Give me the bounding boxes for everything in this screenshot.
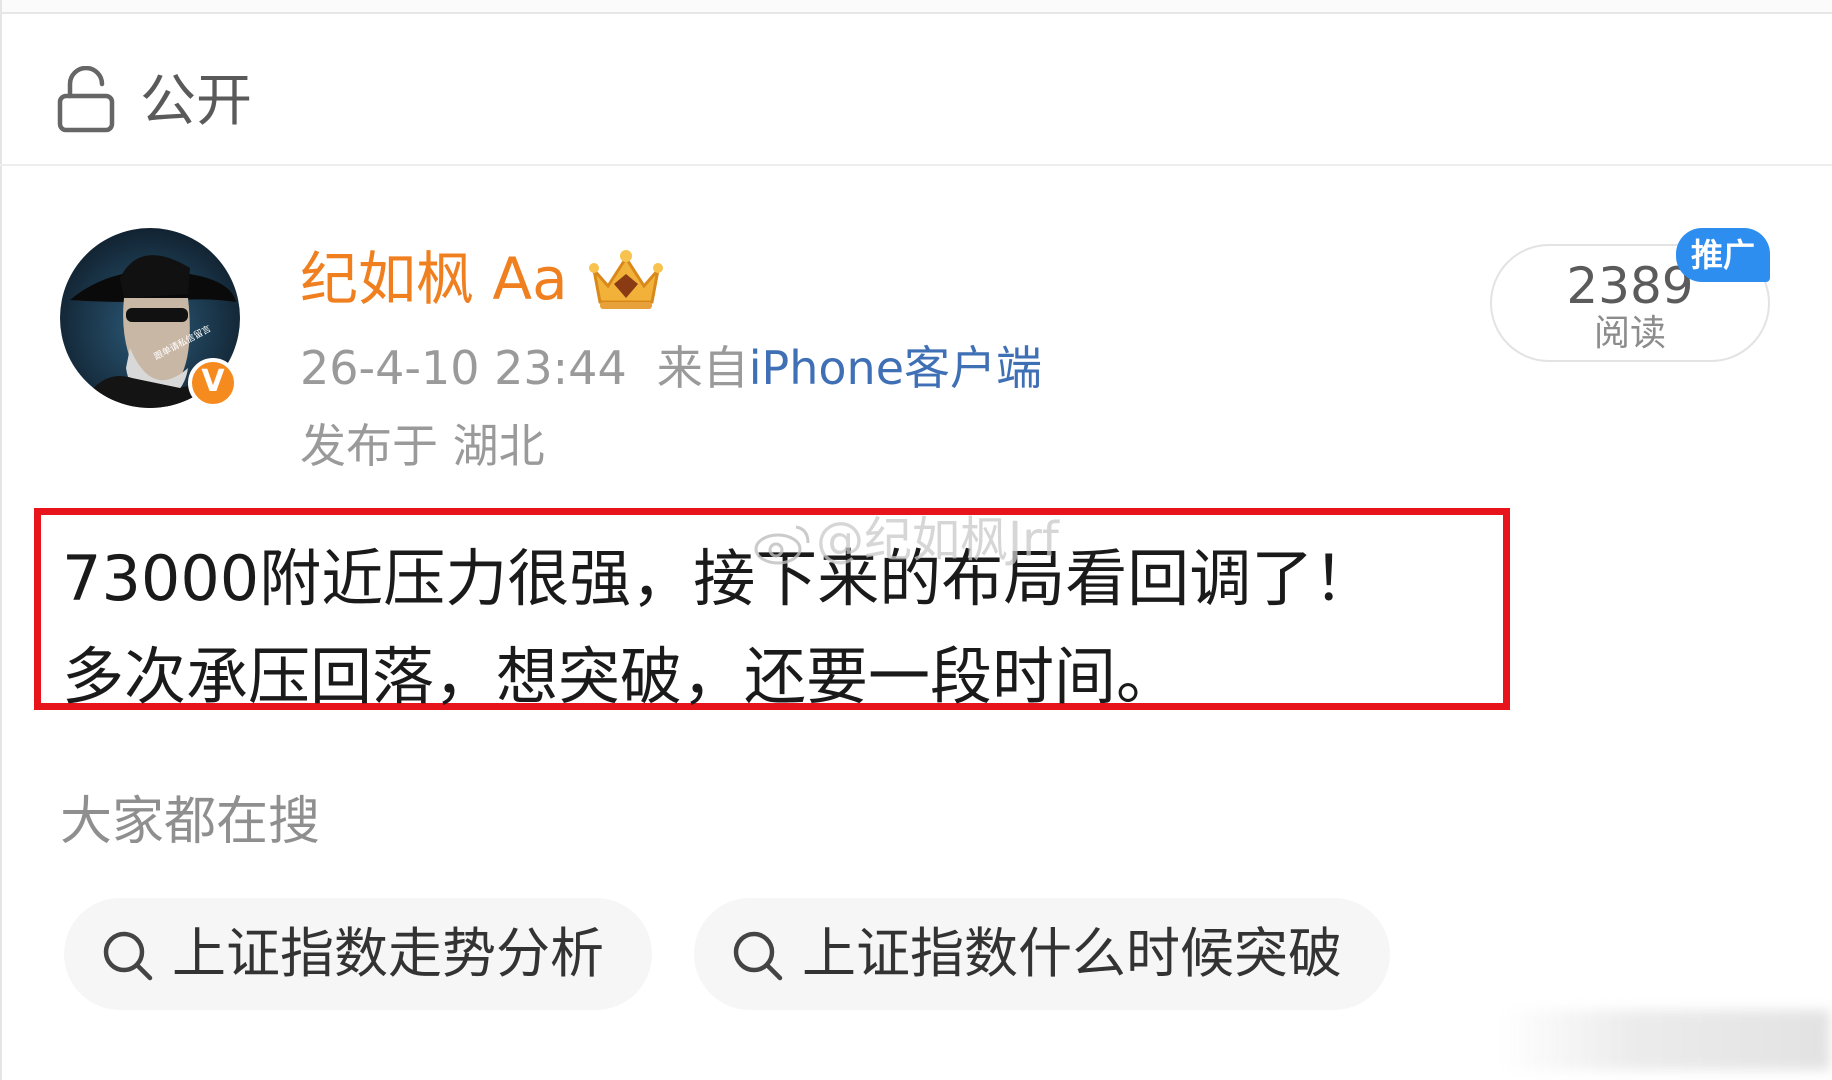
trending-search-label: 上证指数走势分析	[172, 922, 604, 985]
source-app-link[interactable]: iPhone客户端	[749, 341, 1042, 395]
blurred-overlay	[1500, 1010, 1830, 1070]
post-meta: 26-4-10 23:44 来自iPhone客户端	[300, 340, 1042, 396]
weibo-logo-icon	[754, 525, 810, 565]
trending-search-chip[interactable]: 上证指数走势分析	[64, 898, 652, 1010]
promote-badge[interactable]: 推广	[1676, 228, 1770, 282]
search-icon	[733, 931, 783, 981]
search-icon	[103, 931, 153, 981]
post-text-line: 73000附近压力很强，接下来的布局看回调了！	[62, 542, 1376, 615]
watermark: @纪如枫Jrf	[752, 510, 1059, 570]
trending-heading: 大家都在搜	[60, 792, 321, 852]
read-label: 阅读	[1593, 313, 1666, 354]
crown-icon[interactable]	[586, 244, 666, 314]
username[interactable]: 纪如枫 Aa	[300, 246, 568, 312]
top-divider	[0, 0, 1832, 14]
watermark-text: @纪如枫Jrf	[816, 512, 1059, 568]
post-text: 73000附近压力很强，接下来的布局看回调了！ 多次承压回落，想突破，还要一段时…	[62, 530, 1375, 726]
post-timestamp: 26-4-10 23:44	[300, 341, 627, 395]
post-text-line: 多次承压回落，想突破，还要一段时间。	[62, 640, 1179, 713]
post-location: 发布于 湖北	[300, 419, 545, 473]
trending-search-label: 上证指数什么时候突破	[802, 922, 1342, 985]
source-prefix: 来自	[656, 341, 749, 395]
verified-badge: V	[188, 358, 238, 408]
weibo-post-screen: 公开 跟单请私信留言 V 纪如枫 Aa 26-4-10 23:44 来自iPho…	[0, 0, 1832, 1080]
trending-search-chip[interactable]: 上证指数什么时候突破	[694, 898, 1390, 1010]
unlock-icon	[57, 66, 115, 133]
visibility-label: 公开	[140, 69, 252, 134]
visibility-row[interactable]: 公开	[0, 14, 1832, 166]
